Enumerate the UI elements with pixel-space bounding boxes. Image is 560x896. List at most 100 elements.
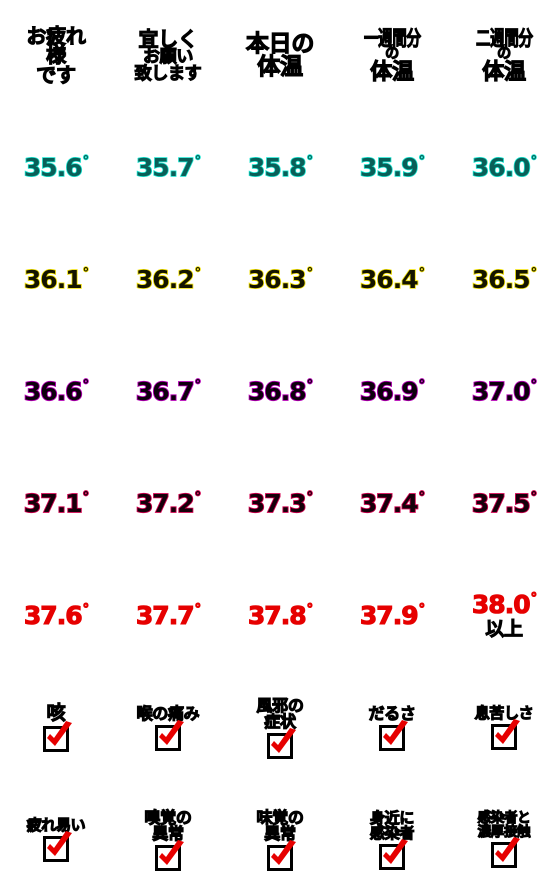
sticker-cell-temperature[interactable]: 37.1° bbox=[0, 448, 112, 560]
sticker-cell-temperature[interactable]: 37.8° bbox=[224, 560, 336, 672]
sticker-cell-symptom-sore-throat[interactable]: 喉の痛み bbox=[112, 672, 224, 784]
degree-icon: ° bbox=[530, 265, 538, 281]
degree-icon: ° bbox=[306, 377, 314, 393]
sticker-cell-two-week-temperature[interactable]: 二週間分 の 体温 bbox=[448, 0, 560, 112]
sticker-cell-today-temperature[interactable]: 本日の 体温 bbox=[224, 0, 336, 112]
temperature-number: 37.3 bbox=[247, 488, 307, 518]
checked-checkbox-icon[interactable] bbox=[43, 721, 72, 752]
temperature-number: 37.9 bbox=[359, 600, 419, 630]
checked-checkbox-icon[interactable] bbox=[490, 837, 520, 868]
temperature-value: 36.0° bbox=[471, 152, 538, 182]
symptom-sticker: 息苦しさ bbox=[474, 705, 534, 750]
temperature-value: 35.7° bbox=[135, 152, 202, 182]
sticker-cell-greeting-otsukaresama[interactable]: お疲れ 様 です bbox=[0, 0, 112, 112]
sticker-text-one-week-temperature: 一週間分 の 体温 bbox=[353, 27, 432, 83]
sticker-cell-temperature[interactable]: 35.8° bbox=[224, 112, 336, 224]
temperature-value: 37.4° bbox=[359, 488, 426, 518]
sticker-cell-temperature[interactable]: 36.5° bbox=[448, 224, 560, 336]
degree-icon: ° bbox=[418, 377, 426, 393]
emoji-sticker-grid: お疲れ 様 です 宜しく お願い 致します 本日の 体温 一週間分 の 体温 二… bbox=[0, 0, 560, 896]
sticker-line: 本日の bbox=[245, 31, 315, 58]
temperature-number: 36.3 bbox=[247, 264, 307, 294]
temperature-number: 36.0 bbox=[471, 152, 531, 182]
sticker-line: 体温 bbox=[257, 54, 304, 80]
sticker-cell-symptom-infected-person-nearby[interactable]: 身近に 感染者 bbox=[336, 784, 448, 896]
sticker-cell-temperature[interactable]: 37.6° bbox=[0, 560, 112, 672]
degree-icon: ° bbox=[194, 153, 202, 169]
sticker-line: 致します bbox=[134, 63, 202, 84]
degree-icon: ° bbox=[530, 489, 538, 505]
degree-icon: ° bbox=[306, 489, 314, 505]
temperature-value: 37.5° bbox=[471, 489, 538, 517]
sticker-cell-greeting-yoroshiku[interactable]: 宜しく お願い 致します bbox=[112, 0, 224, 112]
checked-checkbox-icon[interactable] bbox=[266, 839, 296, 871]
temperature-number: 36.9 bbox=[359, 376, 419, 406]
symptom-sticker: 風邪の 症状 bbox=[256, 696, 304, 759]
sticker-cell-temperature[interactable]: 36.0° bbox=[448, 112, 560, 224]
temperature-number: 36.5 bbox=[471, 264, 531, 294]
sticker-cell-temperature[interactable]: 36.3° bbox=[224, 224, 336, 336]
checked-checkbox-icon[interactable] bbox=[378, 719, 408, 751]
degree-icon: ° bbox=[306, 601, 313, 617]
sticker-cell-symptom-smell-abnormality[interactable]: 嗅覚の 異常 bbox=[112, 784, 224, 896]
degree-icon: ° bbox=[194, 489, 202, 505]
sticker-cell-temperature[interactable]: 37.5° bbox=[448, 448, 560, 560]
temperature-value: 36.5° bbox=[471, 264, 538, 294]
sticker-cell-symptom-cough[interactable]: 咳 bbox=[0, 672, 112, 784]
temperature-value: 36.8° bbox=[247, 376, 314, 406]
sticker-cell-symptom-easily-tired[interactable]: 疲れ易い bbox=[0, 784, 112, 896]
checked-checkbox-icon[interactable] bbox=[490, 719, 520, 750]
symptom-sticker: 喉の痛み bbox=[136, 704, 200, 751]
temperature-number: 37.4 bbox=[359, 488, 419, 518]
sticker-cell-temperature[interactable]: 37.0° bbox=[448, 336, 560, 448]
sticker-cell-temperature[interactable]: 35.6° bbox=[0, 112, 112, 224]
sticker-cell-temperature[interactable]: 36.8° bbox=[224, 336, 336, 448]
checked-checkbox-icon[interactable] bbox=[154, 719, 184, 751]
sticker-line: 体温 bbox=[482, 59, 527, 85]
sticker-cell-temperature-or-higher[interactable]: 38.0° 以上 bbox=[448, 560, 560, 672]
sticker-cell-temperature[interactable]: 37.3° bbox=[224, 448, 336, 560]
temperature-value: 37.9° bbox=[359, 600, 425, 630]
sticker-cell-temperature[interactable]: 37.9° bbox=[336, 560, 448, 672]
temperature-value: 37.2° bbox=[135, 489, 202, 517]
temperature-value: 37.6° bbox=[23, 601, 89, 629]
sticker-cell-temperature[interactable]: 37.7° bbox=[112, 560, 224, 672]
degree-icon: ° bbox=[194, 377, 202, 393]
degree-icon: ° bbox=[82, 601, 89, 617]
sticker-cell-one-week-temperature[interactable]: 一週間分 の 体温 bbox=[336, 0, 448, 112]
temperature-value: 37.0° bbox=[471, 377, 538, 405]
sticker-cell-symptom-cold-symptoms[interactable]: 風邪の 症状 bbox=[224, 672, 336, 784]
sticker-cell-temperature[interactable]: 36.6° bbox=[0, 336, 112, 448]
temperature-number: 37.1 bbox=[23, 488, 83, 518]
sticker-cell-symptom-fatigue[interactable]: だるさ bbox=[336, 672, 448, 784]
temperature-number: 35.9 bbox=[359, 152, 419, 182]
sticker-line: です bbox=[36, 62, 77, 87]
sticker-cell-symptom-taste-abnormality[interactable]: 味覚の 異常 bbox=[224, 784, 336, 896]
degree-icon: ° bbox=[530, 153, 538, 169]
checked-checkbox-icon[interactable] bbox=[154, 839, 184, 871]
sticker-cell-temperature[interactable]: 36.4° bbox=[336, 224, 448, 336]
checked-checkbox-icon[interactable] bbox=[378, 838, 408, 870]
sticker-cell-temperature[interactable]: 37.2° bbox=[112, 448, 224, 560]
temperature-number: 36.6 bbox=[23, 376, 83, 406]
sticker-cell-temperature[interactable]: 36.7° bbox=[112, 336, 224, 448]
temperature-number: 36.8 bbox=[247, 376, 307, 406]
temperature-value: 36.3° bbox=[247, 264, 314, 294]
sticker-cell-temperature[interactable]: 36.1° bbox=[0, 224, 112, 336]
degree-icon: ° bbox=[82, 489, 90, 505]
temperature-number: 36.2 bbox=[135, 264, 195, 294]
degree-icon: ° bbox=[194, 265, 202, 281]
temperature-number: 35.7 bbox=[135, 152, 195, 182]
sticker-cell-symptom-close-contact[interactable]: 感染者と 濃厚接触 bbox=[448, 784, 560, 896]
sticker-cell-symptom-shortness-of-breath[interactable]: 息苦しさ bbox=[448, 672, 560, 784]
sticker-cell-temperature[interactable]: 37.4° bbox=[336, 448, 448, 560]
temperature-number: 38.0 bbox=[471, 590, 531, 620]
sticker-cell-temperature[interactable]: 36.2° bbox=[112, 224, 224, 336]
degree-icon: ° bbox=[530, 377, 538, 393]
temperature-suffix-label: 以上 bbox=[485, 617, 524, 640]
checked-checkbox-icon[interactable] bbox=[266, 727, 296, 759]
sticker-cell-temperature[interactable]: 35.9° bbox=[336, 112, 448, 224]
checked-checkbox-icon[interactable] bbox=[42, 831, 72, 862]
sticker-cell-temperature[interactable]: 35.7° bbox=[112, 112, 224, 224]
sticker-cell-temperature[interactable]: 36.9° bbox=[336, 336, 448, 448]
